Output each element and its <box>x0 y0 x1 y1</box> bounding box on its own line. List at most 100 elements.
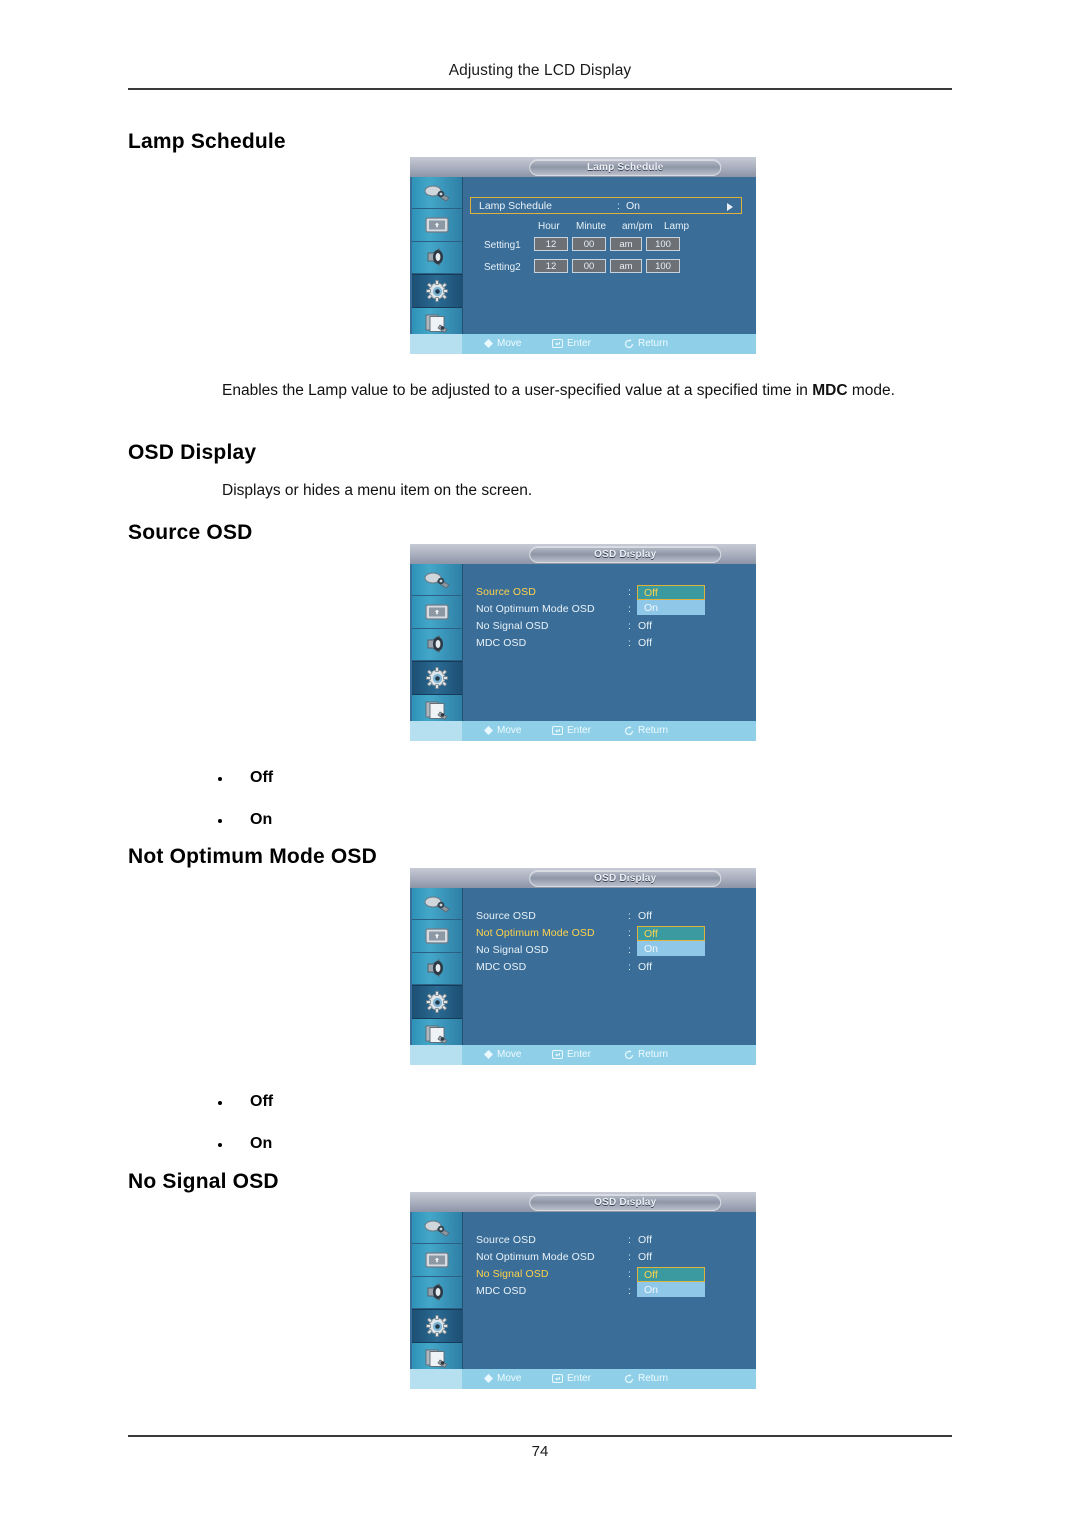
osd-content: Source OSD : Not Optimum Mode OSD : No S… <box>462 564 756 721</box>
sidebar-item-picture[interactable] <box>412 1212 462 1245</box>
setup-gear-icon <box>424 279 450 303</box>
sidebar-item-picture[interactable] <box>412 564 462 597</box>
field-setting2-lamp[interactable]: 100 <box>646 259 680 273</box>
sidebar-item-setup[interactable] <box>412 1309 462 1343</box>
nav-return[interactable]: Return <box>624 1049 668 1060</box>
field-setting2-minute[interactable]: 00 <box>572 259 606 273</box>
sidebar-item-sound[interactable] <box>412 242 462 275</box>
field-setting2-ampm[interactable]: am <box>610 259 642 273</box>
osd-title-strip: OSD Display <box>410 1192 756 1212</box>
heading-lamp-schedule: Lamp Schedule <box>128 130 286 153</box>
menu-row-colon: : <box>628 961 632 973</box>
column-header-lamp: Lamp <box>664 221 690 232</box>
osd-title: Lamp Schedule <box>586 162 664 173</box>
osd-title-strip: OSD Display <box>410 868 756 888</box>
dropdown-no-signal-osd[interactable]: Off On <box>637 1267 705 1297</box>
menu-row-value: Off <box>638 1251 653 1263</box>
menu-row-colon: : <box>628 910 632 922</box>
sidebar-item-picture[interactable] <box>412 177 462 210</box>
osd-title-strip: Lamp Schedule <box>410 157 756 177</box>
osd-sidebar <box>412 888 463 1051</box>
nav-enter[interactable]: Enter <box>552 1049 591 1060</box>
sidebar-item-sound[interactable] <box>412 1277 462 1310</box>
nav-move[interactable]: Move <box>484 1049 521 1060</box>
picture-icon <box>422 894 452 914</box>
heading-no-signal-osd: No Signal OSD <box>128 1170 279 1193</box>
dropdown-option-other[interactable]: On <box>637 941 705 956</box>
table-row: Setting2 12 00 am 100 <box>484 259 680 279</box>
nav-return-label: Return <box>638 725 669 736</box>
sidebar-item-screen[interactable] <box>412 1244 462 1277</box>
menu-row-colon: : <box>617 200 620 212</box>
enter-key-icon <box>552 1374 563 1383</box>
dropdown-not-optimum-mode-osd[interactable]: Off On <box>637 926 705 956</box>
dropdown-option-selected[interactable]: Off <box>637 1267 705 1282</box>
sidebar-item-screen[interactable] <box>412 596 462 629</box>
nav-enter[interactable]: Enter <box>552 725 591 736</box>
nav-enter[interactable]: Enter <box>552 1373 591 1384</box>
running-header: Adjusting the LCD Display <box>448 62 632 79</box>
sidebar-item-setup[interactable] <box>412 274 462 308</box>
nav-move-label: Move <box>497 725 522 736</box>
osd-sidebar <box>412 564 463 727</box>
menu-row-lamp-schedule[interactable]: Lamp Schedule : On <box>470 197 742 214</box>
picture-icon <box>422 1218 452 1238</box>
nav-move-label: Move <box>497 1049 522 1060</box>
nav-enter[interactable]: Enter <box>552 338 591 349</box>
dropdown-option-selected[interactable]: Off <box>637 585 705 600</box>
menu-row-label: MDC OSD <box>476 637 527 649</box>
osd-title: OSD Display <box>594 1197 657 1208</box>
row-label-setting2: Setting2 <box>484 262 521 273</box>
sidebar-item-sound[interactable] <box>412 953 462 986</box>
osd-source: OSD Display Source OSD: Not Optimum Mod… <box>410 544 756 741</box>
setup-gear-icon <box>424 1314 450 1338</box>
field-setting1-lamp[interactable]: 100 <box>646 237 680 251</box>
enter-key-icon <box>552 339 563 348</box>
nav-move-label: Move <box>497 338 522 349</box>
screen-icon <box>422 926 452 946</box>
sidebar-item-screen[interactable] <box>412 920 462 953</box>
sound-icon <box>424 633 450 655</box>
menu-row-label: Not Optimum Mode OSD <box>476 927 595 939</box>
menu-row-label: No Signal OSD <box>476 1268 549 1280</box>
sidebar-item-picture[interactable] <box>412 888 462 921</box>
setup-gear-icon <box>424 990 450 1014</box>
return-arrow-icon <box>624 1049 634 1059</box>
nav-return[interactable]: Return <box>624 1373 668 1384</box>
list-item: On <box>212 1134 273 1154</box>
heading-osd-display: OSD Display <box>128 441 257 464</box>
menu-row-colon: : <box>628 927 632 939</box>
sidebar-item-sound[interactable] <box>412 629 462 662</box>
menu-row-colon: : <box>628 1251 632 1263</box>
menu-row-colon: : <box>628 1268 632 1280</box>
sound-icon <box>424 1281 450 1303</box>
sidebar-item-screen[interactable] <box>412 209 462 242</box>
osd-title-pill: OSD Display <box>529 870 722 887</box>
field-setting1-ampm[interactable]: am <box>610 237 642 251</box>
sidebar-item-setup[interactable] <box>412 661 462 695</box>
osd-content: Source OSD : Off Not Optimum Mode OSD : … <box>462 1212 756 1369</box>
nav-move-label: Move <box>497 1373 522 1384</box>
dropdown-source-osd[interactable]: Off On <box>637 585 705 615</box>
menu-row-colon: : <box>628 1234 632 1246</box>
dropdown-option-selected[interactable]: Off <box>637 926 705 941</box>
osd-nav-bar: Move Enter Return <box>410 721 756 741</box>
nav-return[interactable]: Return <box>624 338 668 349</box>
nav-return-label: Return <box>638 1049 669 1060</box>
field-setting1-minute[interactable]: 00 <box>572 237 606 251</box>
nav-move[interactable]: Move <box>484 338 521 349</box>
dropdown-option-other[interactable]: On <box>637 600 705 615</box>
osd-lamp-schedule: Lamp Schedule Lamp Schedule: On Hour Mi… <box>410 157 756 354</box>
osd-body: Lamp Schedule : On Hour Minute am/pm Lam… <box>410 177 756 340</box>
osd-nav-bar: Move Enter Return <box>410 334 756 354</box>
field-setting1-hour[interactable]: 12 <box>534 237 568 251</box>
field-setting2-hour[interactable]: 12 <box>534 259 568 273</box>
dropdown-option-other[interactable]: On <box>637 1282 705 1297</box>
nav-move[interactable]: Move <box>484 725 521 736</box>
menu-row-colon: : <box>628 1285 632 1297</box>
sidebar-item-setup[interactable] <box>412 985 462 1019</box>
nav-enter-label: Enter <box>567 725 591 736</box>
nav-return[interactable]: Return <box>624 725 668 736</box>
osd-body: Source OSD : Not Optimum Mode OSD : No S… <box>410 564 756 727</box>
nav-move[interactable]: Move <box>484 1373 521 1384</box>
